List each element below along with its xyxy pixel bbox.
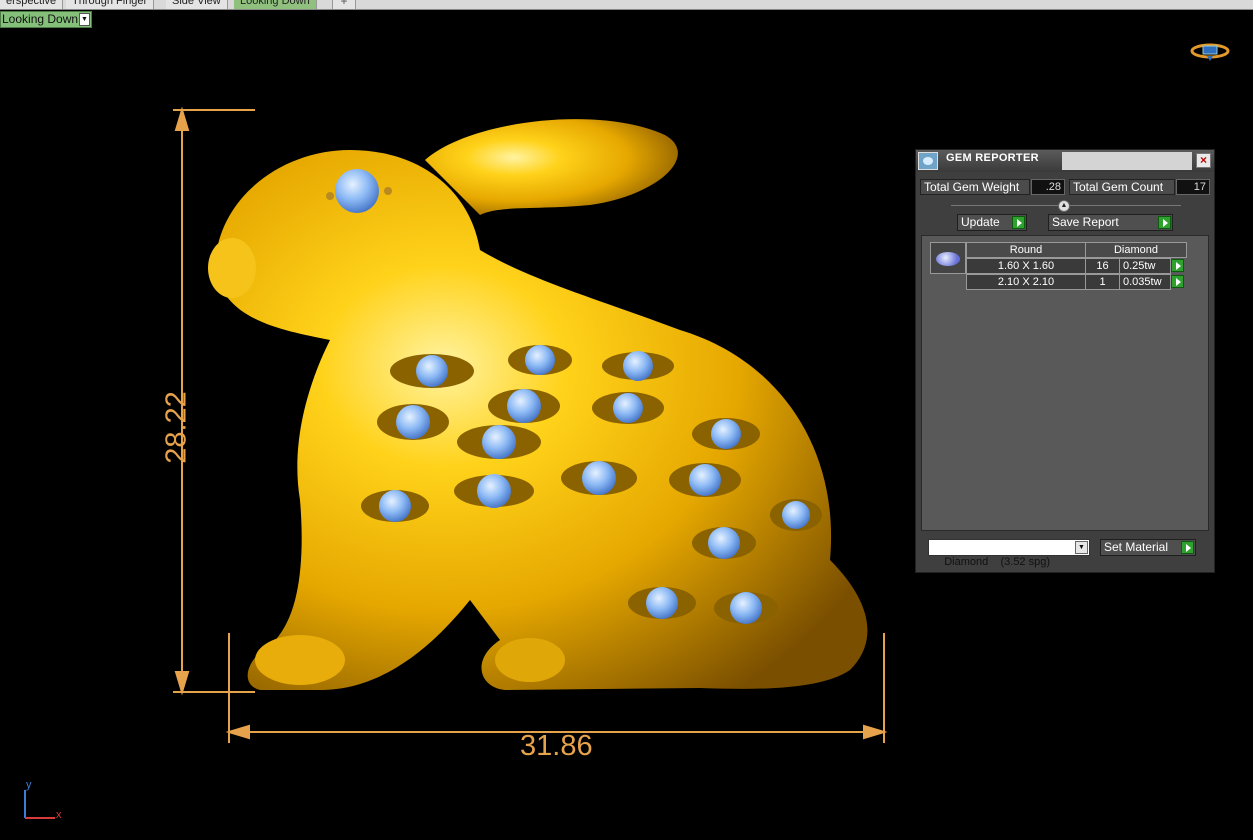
row-size: 2.10 X 2.10 <box>966 274 1086 290</box>
title-grip[interactable] <box>1062 152 1192 170</box>
gem-reporter-panel: GEM REPORTER × Total Gem Weight .28 Tota… <box>915 149 1215 573</box>
chevron-down-icon[interactable]: ▼ <box>79 13 90 26</box>
total-gem-weight-value: .28 <box>1031 179 1065 195</box>
tab-looking-down[interactable]: Looking Down <box>234 0 317 9</box>
axis-y-label: y <box>26 779 32 791</box>
update-button[interactable]: Update <box>957 214 1027 231</box>
add-tab-button[interactable]: + <box>332 0 356 9</box>
gem-list: Round Diamond 1.60 X 1.60 16 0.25tw 2.10… <box>921 235 1209 531</box>
view-navigation-icon[interactable] <box>1190 43 1230 63</box>
axis-indicator <box>24 790 55 819</box>
save-report-button[interactable]: Save Report <box>1048 214 1173 231</box>
width-dimension-label: 31.86 <box>520 730 593 762</box>
chevron-down-icon[interactable]: ▼ <box>1075 541 1088 554</box>
play-icon <box>1181 541 1194 554</box>
collapse-icon[interactable]: ▲ <box>1058 200 1070 212</box>
close-button[interactable]: × <box>1196 153 1211 168</box>
tab-through-finger[interactable]: Through Finger <box>66 0 155 9</box>
row-weight: 0.035tw <box>1119 274 1171 290</box>
round-gem-icon[interactable] <box>930 242 966 274</box>
play-icon <box>1012 216 1025 229</box>
row-size: 1.60 X 1.60 <box>966 258 1086 274</box>
row-count: 16 <box>1085 258 1120 274</box>
panel-title: GEM REPORTER <box>946 152 1039 164</box>
tab-side-view[interactable]: Side View <box>166 0 228 9</box>
update-button-label: Update <box>961 215 1000 229</box>
gem-reporter-icon <box>918 152 938 170</box>
material-dropdown-value: Diamond (3.52 spg) <box>944 556 1051 568</box>
row-action-button[interactable] <box>1171 275 1184 288</box>
panel-title-bar[interactable]: GEM REPORTER × <box>916 150 1214 172</box>
row-count: 1 <box>1085 274 1120 290</box>
tab-perspective[interactable]: erspective <box>0 0 64 9</box>
row-weight: 0.25tw <box>1119 258 1171 274</box>
viewport-tab-bar: erspective Through Finger Side View Look… <box>0 0 1253 10</box>
column-header-material: Diamond <box>1085 242 1187 258</box>
play-icon <box>1158 216 1171 229</box>
total-gem-weight-label: Total Gem Weight <box>920 179 1030 195</box>
set-material-button[interactable]: Set Material <box>1100 539 1196 556</box>
total-gem-count-value: 17 <box>1176 179 1210 195</box>
view-selector-value: Looking Down <box>2 12 79 26</box>
set-material-button-label: Set Material <box>1104 540 1169 554</box>
axis-x-label: x <box>56 809 62 821</box>
save-report-button-label: Save Report <box>1052 215 1119 229</box>
total-gem-count-label: Total Gem Count <box>1069 179 1175 195</box>
view-selector[interactable]: Looking Down ▼ <box>0 11 92 28</box>
gem[interactable] <box>335 169 379 213</box>
height-dimension-label: 28.22 <box>160 391 193 464</box>
row-action-button[interactable] <box>1171 259 1184 272</box>
column-header-shape: Round <box>966 242 1086 258</box>
material-dropdown[interactable]: Diamond (3.52 spg) ▼ <box>928 539 1090 568</box>
